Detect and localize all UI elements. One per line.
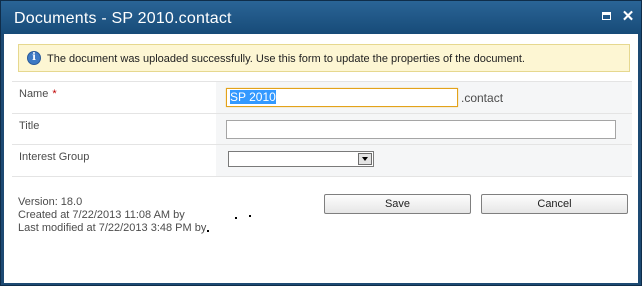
interest-group-label-cell: Interest Group [12,145,212,176]
name-label-cell: Name * [12,82,212,113]
dialog-title: Documents - SP 2010.contact [14,10,232,27]
name-label: Name * [19,88,57,100]
form-row-name: Name * SP 2010 .contact [12,81,632,113]
title-input[interactable] [226,120,616,139]
cancel-button[interactable]: Cancel [481,194,628,214]
interest-group-field-cell [216,145,632,176]
title-label: Title [19,120,40,132]
close-icon[interactable]: ✕ [621,9,635,24]
name-field-cell: SP 2010 .contact [216,82,632,113]
file-extension: .contact [461,91,504,105]
version-text: Version: 18.0 [18,196,83,208]
dialog-content: i The document was uploaded successfully… [4,34,638,283]
status-notice: i The document was uploaded successfully… [18,44,630,72]
name-input[interactable]: SP 2010 [226,88,458,107]
title-label-cell: Title [12,114,212,145]
name-label-text: Name [19,88,49,100]
redacted-mark [207,230,209,232]
redacted-mark [235,217,237,219]
info-icon: i [27,51,41,65]
notice-text: The document was uploaded successfully. … [47,53,525,65]
form-row-interest-group: Interest Group [12,144,632,177]
maximize-icon[interactable] [600,10,614,24]
created-text: Created at 7/22/2013 11:08 AM by [18,209,185,221]
save-button[interactable]: Save [324,194,471,214]
interest-group-select[interactable] [228,151,374,167]
interest-group-label: Interest Group [19,151,90,163]
dialog-window: Documents - SP 2010.contact ✕ i The docu… [0,0,642,286]
name-input-selection: SP 2010 [230,90,276,104]
redacted-mark [249,215,251,217]
title-field-cell [216,114,632,145]
required-marker: * [52,88,57,100]
dialog-titlebar: Documents - SP 2010.contact ✕ [1,1,641,34]
chevron-down-icon[interactable] [358,153,372,165]
form-row-title: Title [12,113,632,145]
modified-text: Last modified at 7/22/2013 3:48 PM by [18,222,207,234]
